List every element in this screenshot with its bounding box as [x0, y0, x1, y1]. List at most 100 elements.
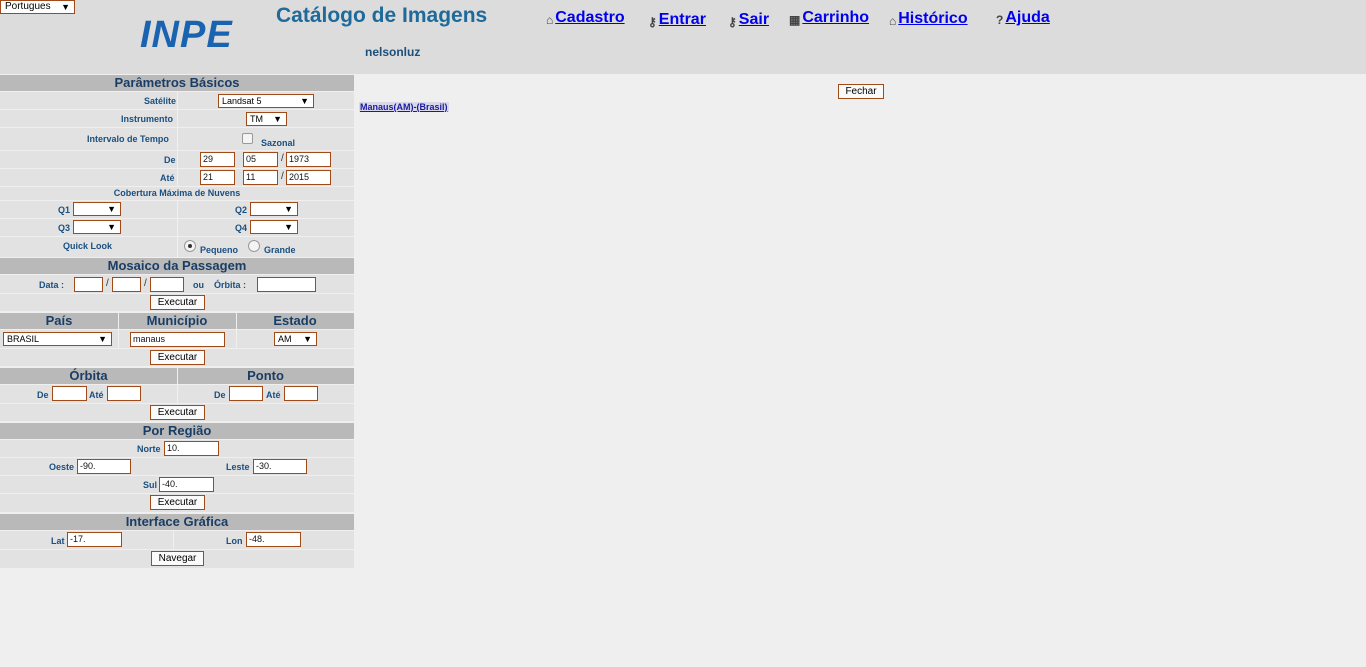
point-to-label: Até	[266, 390, 281, 400]
q3-select[interactable]: ▼	[73, 220, 121, 234]
nav-sair[interactable]: ⚷ Sair	[728, 11, 769, 29]
nav-ajuda[interactable]: ? Ajuda	[996, 9, 1050, 27]
point-from-input[interactable]	[229, 386, 263, 401]
nav-historico-label: Histórico	[898, 10, 968, 27]
section-basic: Parâmetros Básicos	[0, 75, 354, 91]
orbit-from-label: De	[37, 390, 49, 400]
lat-label: Lat	[51, 536, 65, 546]
satellite-row: Satélite Landsat 5 ▼	[0, 92, 354, 109]
q4-select[interactable]: ▼	[250, 220, 298, 234]
q2-select[interactable]: ▼	[250, 202, 298, 216]
chevron-down-icon: ▼	[107, 222, 116, 232]
region-execute-button[interactable]: Executar	[150, 495, 205, 510]
q34-row: Q3 ▼ Q4 ▼	[0, 219, 354, 236]
mosaic-orbit-input[interactable]	[257, 277, 316, 292]
city-input[interactable]: manaus	[130, 332, 225, 347]
north-input[interactable]: 10.	[164, 441, 219, 456]
q12-row: Q1 ▼ Q2 ▼	[0, 201, 354, 218]
south-label: Sul	[143, 480, 158, 490]
instrument-select[interactable]: TM ▼	[246, 112, 287, 126]
to-day-input[interactable]: 21	[200, 170, 235, 185]
country-header: País	[45, 313, 73, 328]
key-icon: ⚷	[648, 15, 657, 29]
section-mosaic: Mosaico da Passagem	[0, 258, 354, 274]
west-east-row: Oeste -90. Leste -30.	[0, 458, 354, 475]
south-row: Sul -40.	[0, 476, 354, 493]
nav-sair-label: Sair	[738, 11, 770, 28]
from-date-row: De 29 / 05 / 1973	[0, 151, 354, 168]
cloud-row: Cobertura Máxima de Nuvens	[0, 187, 354, 200]
to-label: Até	[160, 173, 175, 183]
quicklook-small-radio[interactable]	[184, 240, 196, 252]
satellite-value: Landsat 5	[222, 96, 262, 106]
nav-carrinho-label: Carrinho	[802, 9, 870, 26]
quicklook-large-radio[interactable]	[248, 240, 260, 252]
city-header: Município	[146, 313, 208, 328]
q1-select[interactable]: ▼	[73, 202, 121, 216]
region-execute-row: Executar	[0, 494, 354, 512]
chevron-down-icon: ▼	[303, 334, 312, 344]
navigate-row: Navegar	[0, 550, 354, 568]
seasonal-checkbox[interactable]	[242, 133, 253, 144]
orbit-to-input[interactable]	[107, 386, 141, 401]
nav-cadastro-label: Cadastro	[555, 9, 625, 26]
close-button[interactable]: Fechar	[838, 84, 884, 99]
mosaic-date-label: Data :	[39, 280, 65, 290]
instrument-row: Instrumento TM ▼	[0, 110, 354, 127]
location-result-link[interactable]: Manaus(AM)-(Brasil)	[359, 102, 449, 112]
state-select[interactable]: AM ▼	[274, 332, 317, 346]
state-header: Estado	[273, 313, 317, 328]
chevron-down-icon: ▼	[107, 204, 116, 214]
to-year-input[interactable]: 2015	[286, 170, 331, 185]
mosaic-day-input[interactable]	[74, 277, 103, 292]
q3-label: Q3	[58, 223, 71, 233]
lat-input[interactable]: -17.	[67, 532, 122, 547]
from-month-input[interactable]: 05	[243, 152, 278, 167]
cart-icon: ▦	[789, 13, 801, 27]
from-year-input[interactable]: 1973	[286, 152, 331, 167]
nav-entrar-label: Entrar	[658, 11, 706, 28]
country-value: BRASIL	[7, 334, 40, 344]
west-input[interactable]: -90.	[77, 459, 131, 474]
help-icon: ?	[996, 13, 1004, 27]
orbit-from-input[interactable]	[52, 386, 87, 401]
south-input[interactable]: -40.	[159, 477, 214, 492]
country-select[interactable]: BRASIL ▼	[3, 332, 112, 346]
satellite-select[interactable]: Landsat 5 ▼	[218, 94, 314, 108]
to-month-input[interactable]: 11	[243, 170, 278, 185]
location-execute-button[interactable]: Executar	[150, 350, 205, 365]
point-to-input[interactable]	[284, 386, 318, 401]
from-day-input[interactable]: 29	[200, 152, 235, 167]
latlon-row: Lat -17. Lon -48.	[0, 531, 354, 549]
to-date-row: Até 21 11 / 2015	[0, 169, 354, 186]
chevron-down-icon: ▼	[98, 334, 107, 344]
or-label: ou	[193, 280, 204, 290]
east-input[interactable]: -30.	[253, 459, 307, 474]
home-icon: ⌂	[546, 13, 554, 27]
lon-label: Lon	[226, 536, 243, 546]
navigate-button[interactable]: Navegar	[151, 551, 204, 566]
key-icon: ⚷	[728, 15, 737, 29]
mosaic-execute-button[interactable]: Executar	[150, 295, 205, 310]
nav-historico[interactable]: ⌂ Histórico	[889, 10, 968, 28]
east-label: Leste	[226, 462, 250, 472]
lon-input[interactable]: -48.	[246, 532, 301, 547]
nav-carrinho[interactable]: ▦ Carrinho	[789, 9, 869, 27]
mosaic-year-input[interactable]	[150, 277, 184, 292]
mosaic-month-input[interactable]	[112, 277, 141, 292]
nav-entrar[interactable]: ⚷ Entrar	[648, 11, 706, 29]
mosaic-date-row: Data : / / ou Órbita :	[0, 275, 354, 293]
inpe-logo: INPE	[140, 14, 233, 56]
north-label: Norte	[137, 444, 161, 454]
q4-label: Q4	[235, 223, 248, 233]
instrument-label: Instrumento	[121, 114, 174, 124]
nav-cadastro[interactable]: ⌂ Cadastro	[546, 9, 625, 27]
location-row: BRASIL ▼ manaus AM ▼	[0, 330, 354, 348]
point-header: Ponto	[247, 368, 284, 383]
from-label: De	[164, 155, 176, 165]
orbitpoint-execute-button[interactable]: Executar	[150, 405, 205, 420]
seasonal-label: Sazonal	[261, 138, 296, 148]
chevron-down-icon: ▼	[300, 96, 309, 106]
language-select[interactable]: Portugues ▼	[0, 0, 75, 14]
point-from-label: De	[214, 390, 226, 400]
